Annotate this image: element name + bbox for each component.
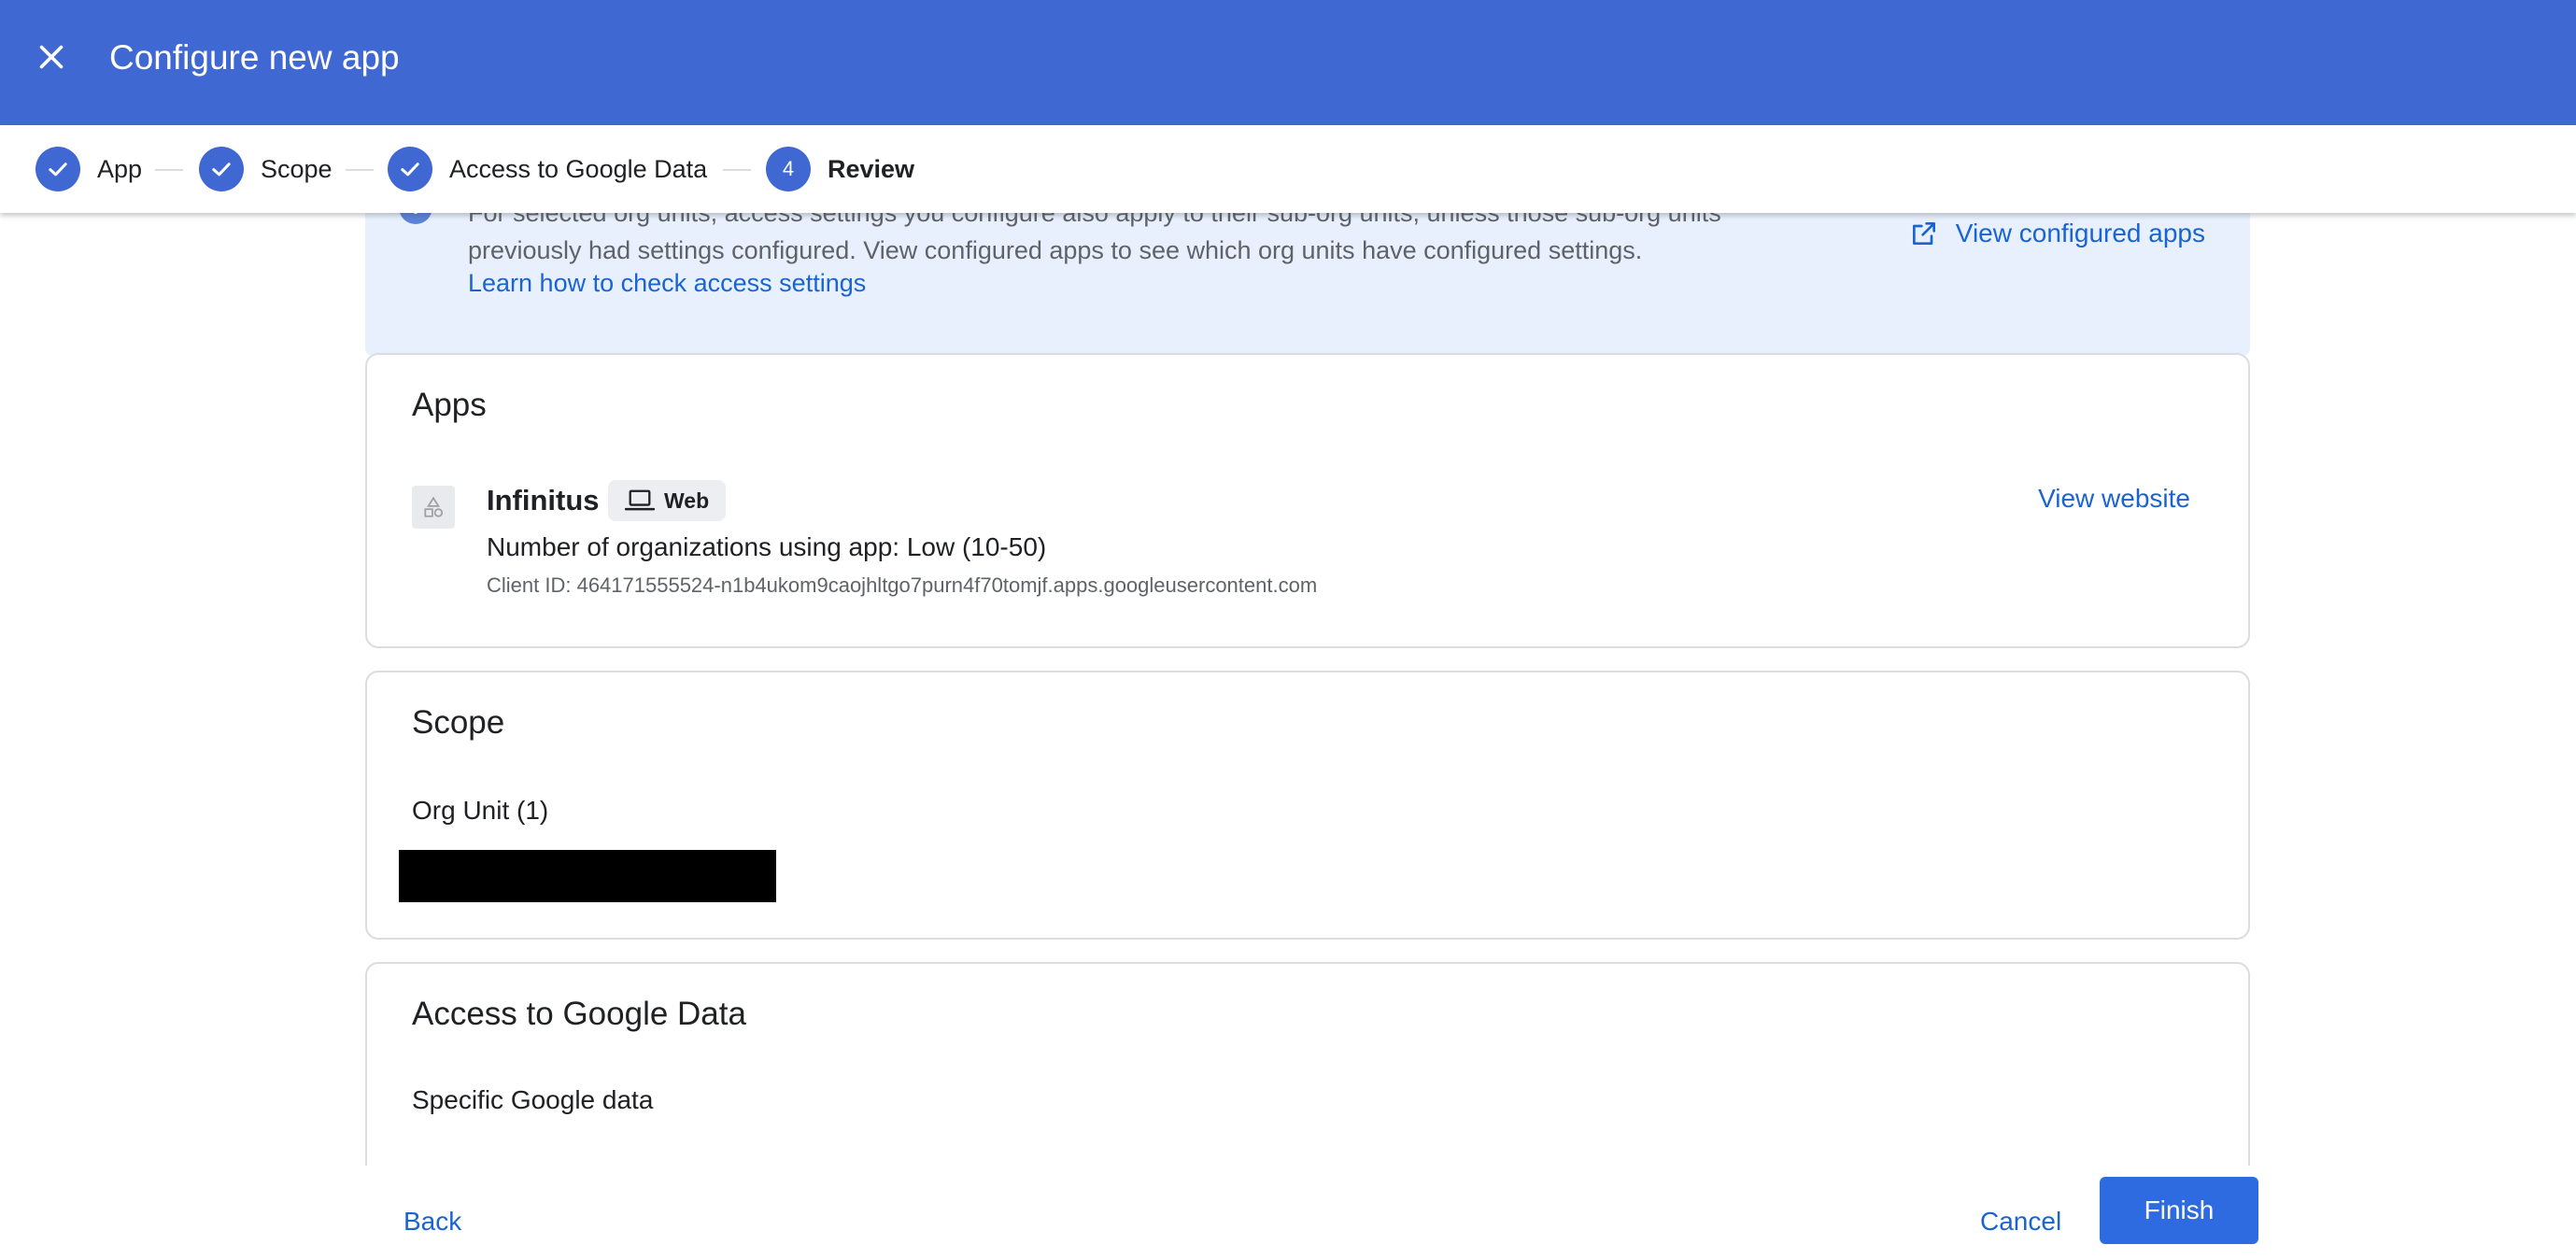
view-website-link[interactable]: View website	[2038, 484, 2190, 514]
step-label: Access to Google Data	[449, 154, 708, 183]
specific-google-data-label: Specific Google data	[412, 1085, 654, 1114]
info-text-line: previously had settings configured. View…	[468, 236, 1643, 264]
step-scope[interactable]: Scope	[199, 147, 333, 191]
open-in-new-icon	[1912, 222, 1935, 245]
view-configured-apps-link[interactable]: View configured apps	[1909, 219, 2205, 248]
stepper: App Scope Access to Google Data 4 Review	[0, 125, 2576, 213]
step-connector	[723, 169, 751, 171]
client-id-text: Client ID: 464171555524-n1b4ukom9caojhlt…	[487, 573, 1318, 597]
app-name: Infinitus	[487, 484, 600, 516]
access-card-title: Access to Google Data	[412, 996, 746, 1032]
scope-card-title: Scope	[412, 704, 505, 741]
org-unit-label: Org Unit (1)	[412, 796, 549, 825]
org-usage-text: Number of organizations using app: Low (…	[487, 532, 1047, 561]
cancel-button[interactable]: Cancel	[1980, 1207, 2061, 1237]
step-app[interactable]: App	[35, 147, 142, 191]
step-connector	[155, 169, 183, 171]
step-number: 4	[766, 147, 811, 191]
check-icon	[388, 147, 432, 191]
page-title: Configure new app	[109, 38, 400, 77]
learn-access-settings-link[interactable]: Learn how to check access settings	[468, 269, 866, 298]
step-review[interactable]: 4 Review	[766, 147, 914, 191]
app-type-label: Web	[664, 488, 710, 513]
close-icon	[39, 45, 64, 69]
footer-actions: Back Cancel Finish	[0, 1166, 2576, 1259]
step-connector	[346, 169, 374, 171]
info-text-line: For selected org units, access settings …	[468, 213, 1721, 227]
back-button[interactable]: Back	[403, 1207, 461, 1237]
review-content[interactable]: i For selected org units, access setting…	[0, 213, 2576, 1166]
apps-card-title: Apps	[412, 387, 487, 423]
step-label: Review	[828, 154, 915, 183]
info-icon: i	[399, 213, 432, 224]
access-card: Access to Google Data Specific Google da…	[365, 962, 2250, 1166]
finish-button[interactable]: Finish	[2100, 1177, 2258, 1244]
step-label: Scope	[261, 154, 333, 183]
step-label: App	[97, 154, 143, 183]
check-icon	[35, 147, 80, 191]
scope-card: Scope Org Unit (1)	[365, 671, 2250, 940]
info-text: For selected org units, access settings …	[468, 213, 1776, 269]
app-type-chip: Web	[608, 480, 727, 521]
close-button[interactable]	[28, 34, 75, 80]
apps-card: Apps Infinitus Web Number of organizatio…	[365, 353, 2250, 648]
check-icon	[199, 147, 244, 191]
app-placeholder-icon	[412, 486, 455, 529]
top-app-bar: Configure new app	[0, 0, 2576, 125]
view-configured-apps-label: View configured apps	[1955, 219, 2205, 248]
info-banner: i For selected org units, access setting…	[365, 213, 2250, 356]
redacted-org-unit	[399, 850, 776, 902]
step-access-to-google-data[interactable]: Access to Google Data	[388, 147, 707, 191]
laptop-icon	[625, 489, 655, 511]
